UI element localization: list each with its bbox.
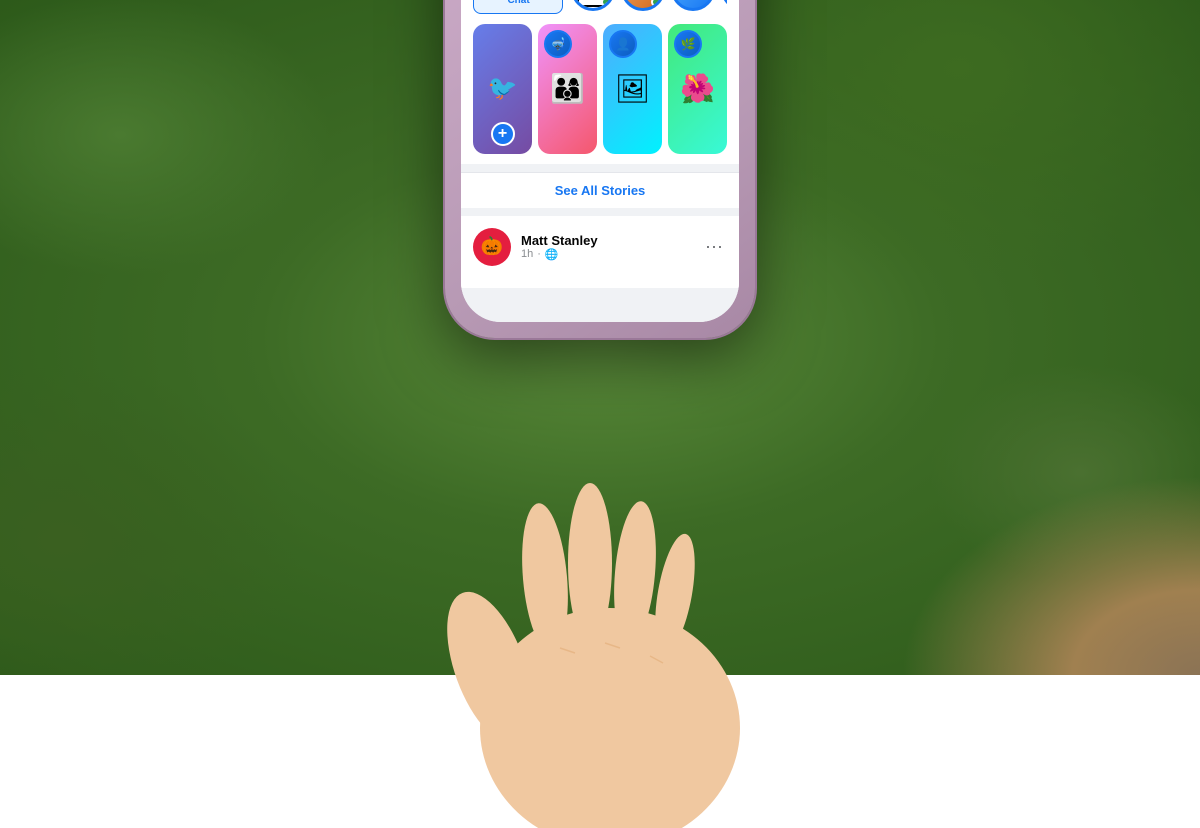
online-indicator	[601, 0, 611, 7]
create-video-chat-label: Create VideoChat	[507, 0, 551, 7]
story-avatar-3-inner: 🏔	[674, 0, 712, 8]
story-card-add[interactable]: 🐦 +	[473, 24, 532, 154]
stories-section: ➕ Create VideoChat SPEED LIMIT	[461, 0, 739, 164]
see-all-stories-button[interactable]: See All Stories	[461, 172, 739, 208]
story-card-4[interactable]: 🌺 🌿	[668, 24, 727, 154]
post-dot: ·	[537, 248, 541, 260]
post-header: 🎃 Matt Stanley 1h · 🌐	[473, 228, 727, 266]
online-indicator-2	[651, 0, 661, 7]
post-username[interactable]: Matt Stanley	[521, 233, 598, 248]
story-card-3-avatar: 👤	[609, 30, 637, 58]
post-time: 1h	[521, 248, 533, 260]
post-card: 🎃 Matt Stanley 1h · 🌐	[461, 216, 739, 288]
story-avatar-3[interactable]: 🏔	[671, 0, 715, 11]
post-user-details: Matt Stanley 1h · 🌐	[521, 233, 598, 261]
video-chat-row: ➕ Create VideoChat SPEED LIMIT	[473, 0, 727, 14]
story-card-2-avatar: 🤿	[544, 30, 572, 58]
story-add-button[interactable]: +	[491, 122, 515, 146]
story-card-4-avatar: 🌿	[674, 30, 702, 58]
create-video-chat-button[interactable]: ➕ Create VideoChat	[473, 0, 563, 14]
post-more-button[interactable]: ···	[701, 232, 727, 261]
story-avatar-4-inner: 🌊	[724, 0, 727, 8]
phone-screen: 11:57 🔔 ☀ ▲ ▐▐▐▐ 🔋 facebook	[461, 0, 739, 322]
post-privacy-icon: 🌐	[545, 248, 559, 261]
bg-ground	[900, 475, 1200, 675]
post-user-info: 🎃 Matt Stanley 1h · 🌐	[473, 228, 598, 266]
post-avatar: 🎃	[473, 228, 511, 266]
scene: 11:57 🔔 ☀ ▲ ▐▐▐▐ 🔋 facebook	[0, 0, 1200, 675]
story-avatar-speed-sign[interactable]: SPEED LIMIT 65	[571, 0, 615, 11]
post-avatar-emoji: 🎃	[481, 236, 503, 257]
hand-svg	[410, 408, 790, 828]
story-card-2[interactable]: 👨‍👩‍👦 🤿	[538, 24, 597, 154]
story-avatar-4[interactable]: 🌊	[721, 0, 727, 11]
phone-wrapper: 11:57 🔔 ☀ ▲ ▐▐▐▐ 🔋 facebook	[445, 28, 755, 648]
story-avatar-2[interactable]: 👤	[621, 0, 665, 11]
story-avatar-row: SPEED LIMIT 65 👤	[571, 0, 727, 11]
story-card-3[interactable]: 🖼 👤	[603, 24, 662, 154]
post-meta: 1h · 🌐	[521, 248, 598, 261]
phone-outer: 11:57 🔔 ☀ ▲ ▐▐▐▐ 🔋 facebook	[445, 0, 755, 338]
main-content[interactable]: 🐦 What's on your mind? ▶ Live 🖼 Ph	[461, 0, 739, 322]
stories-cards: 🐦 + 👨‍👩‍👦 🤿	[473, 24, 727, 154]
